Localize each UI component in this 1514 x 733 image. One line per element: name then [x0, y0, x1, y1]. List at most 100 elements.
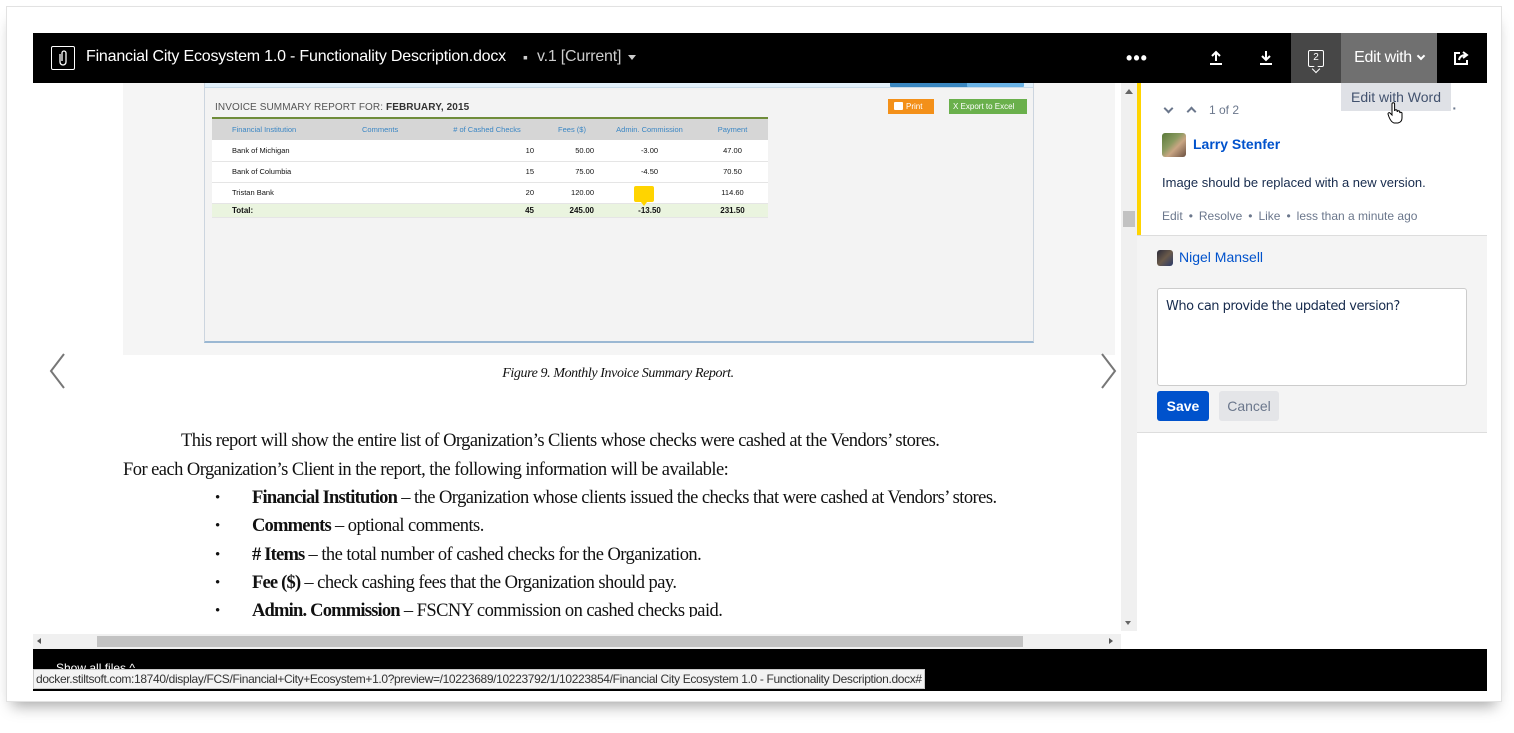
- scroll-down-arrow-icon[interactable]: [1125, 621, 1131, 625]
- comments-toggle-button[interactable]: 2: [1291, 33, 1341, 83]
- invoice-report-panel: INVOICE SUMMARY REPORT FOR: FEBRUARY, 20…: [204, 83, 1034, 343]
- cell-comments: [342, 182, 432, 204]
- column-header: # of Cashed Checks: [453, 125, 521, 134]
- total-fees: 245.00: [542, 203, 602, 218]
- title-separator: ▪: [523, 49, 528, 65]
- separator: •: [1188, 209, 1193, 223]
- cell-commission: -3.00: [602, 140, 697, 162]
- table-row: Tristan Bank 20 120.00 114.60: [212, 182, 768, 204]
- thread-navigation: 1 of 2: [1163, 103, 1240, 117]
- resolve-comment-link[interactable]: Resolve: [1199, 209, 1242, 223]
- table-total-row: Total: 45 245.00 -13.50 231.50: [212, 203, 768, 218]
- more-actions-button[interactable]: •••: [1121, 33, 1153, 83]
- column-header: Admin. Commission: [616, 125, 683, 134]
- list-item: Fee ($) – check cashing fees that the Or…: [123, 569, 1117, 598]
- cell-checks: 15: [432, 161, 542, 183]
- comment-body: Image should be replaced with a new vers…: [1162, 175, 1426, 190]
- share-button[interactable]: [1449, 33, 1475, 83]
- cell-payment: 70.50: [697, 161, 768, 183]
- comment-timestamp: less than a minute ago: [1296, 209, 1418, 223]
- cell-fees: 75.00: [542, 161, 602, 183]
- cell-checks: 20: [432, 182, 542, 204]
- horizontal-scrollbar[interactable]: [33, 634, 1121, 649]
- table-row: Bank of Michigan 10 50.00 -3.00 47.00: [212, 140, 768, 162]
- more-icon: •••: [1126, 47, 1148, 68]
- caret-down-icon[interactable]: [628, 55, 636, 60]
- edit-comment-link[interactable]: Edit: [1162, 209, 1183, 223]
- scroll-right-arrow-icon[interactable]: [1109, 638, 1113, 644]
- column-header: Comments: [362, 125, 399, 134]
- thread-position: 1 of 2: [1209, 103, 1240, 117]
- upload-icon: [1210, 50, 1222, 65]
- print-button: Print: [888, 99, 934, 114]
- report-cancel-button: [967, 83, 1024, 87]
- avatar: [1157, 250, 1173, 266]
- preview-header: Financial City Ecosystem 1.0 - Functiona…: [33, 33, 1487, 83]
- vertical-scrollbar[interactable]: [1121, 83, 1137, 631]
- embedded-figure-image: INVOICE SUMMARY REPORT FOR: FEBRUARY, 20…: [123, 83, 1115, 355]
- cell-commission: -4.50: [602, 161, 697, 183]
- screenshot-frame: Financial City Ecosystem 1.0 - Functiona…: [6, 6, 1502, 702]
- figure-caption: Figure 9. Monthly Invoice Summary Report…: [502, 366, 734, 381]
- reply-textarea[interactable]: Who can provide the updated version?: [1157, 288, 1467, 386]
- cell-institution: Bank of Columbia: [212, 161, 342, 183]
- cell-payment: 47.00: [697, 140, 768, 162]
- cell-comments: [342, 140, 432, 162]
- next-comment-chevron-icon[interactable]: [1163, 103, 1174, 113]
- total-label: Total:: [212, 203, 342, 218]
- hand-cursor-icon: [1387, 102, 1403, 124]
- like-comment-link[interactable]: Like: [1258, 209, 1280, 223]
- chevron-down-icon: [1416, 51, 1426, 61]
- scroll-left-arrow-icon[interactable]: [37, 638, 41, 644]
- export-to-excel-button: X Export to Excel: [949, 99, 1027, 114]
- horizontal-scroll-thumb[interactable]: [97, 636, 1023, 647]
- paragraph-line: This report will show the entire list of…: [181, 431, 940, 451]
- comments-panel: 1 of 2 ··· Larry Stenfer Image should be…: [1137, 83, 1487, 649]
- paragraph-line: For each Organization’s Client in the re…: [123, 459, 729, 480]
- edit-with-label: Edit with: [1354, 49, 1412, 66]
- column-header: Fees ($): [558, 125, 586, 134]
- list-item: Comments – optional comments.: [123, 512, 1117, 541]
- download-icon: [1260, 51, 1272, 65]
- document-title: Financial City Ecosystem 1.0 - Functiona…: [86, 48, 506, 65]
- total-commission: -13.50: [602, 203, 697, 218]
- vertical-scroll-thumb[interactable]: [1123, 211, 1135, 227]
- paperclip-icon: [51, 46, 75, 70]
- save-button[interactable]: Save: [1157, 391, 1209, 421]
- generate-button: [890, 83, 974, 87]
- edit-with-button[interactable]: Edit with: [1341, 33, 1437, 83]
- list-item: Financial Institution – the Organization…: [123, 484, 1117, 513]
- cell-fees: 50.00: [542, 140, 602, 162]
- cell-fees: 120.00: [542, 182, 602, 204]
- reply-form: Nigel Mansell Who can provide the update…: [1137, 235, 1487, 433]
- column-header: Financial Institution: [232, 125, 297, 134]
- document-page: INVOICE SUMMARY REPORT FOR: FEBRUARY, 20…: [33, 83, 1121, 661]
- previous-comment-chevron-icon[interactable]: [1186, 106, 1197, 117]
- table-header-row: Financial Institution Comments # of Cash…: [212, 118, 768, 140]
- invoice-summary-table: Financial Institution Comments # of Cash…: [212, 117, 768, 218]
- avatar: [1162, 133, 1186, 157]
- report-period: FEBRUARY, 2015: [385, 102, 470, 113]
- scroll-up-arrow-icon[interactable]: [1125, 89, 1133, 94]
- cell-comments: [342, 203, 432, 218]
- comment-author[interactable]: Larry Stenfer: [1193, 136, 1280, 152]
- cell-checks: 10: [432, 140, 542, 162]
- list-item: Admin. Commission – FSCNY commission on …: [123, 597, 1117, 617]
- separator: •: [1248, 209, 1253, 223]
- comments-icon: 2: [1308, 49, 1324, 67]
- cell-comments: [342, 161, 432, 183]
- version-selector[interactable]: v.1 [Current]: [537, 48, 621, 66]
- reply-author[interactable]: Nigel Mansell: [1179, 249, 1263, 265]
- report-title: INVOICE SUMMARY REPORT FOR: FEBRUARY, 20…: [215, 102, 470, 113]
- cancel-button[interactable]: Cancel: [1219, 391, 1279, 421]
- upload-button[interactable]: [1203, 33, 1229, 83]
- comment-pin-marker[interactable]: [634, 186, 654, 206]
- body-paragraph: This report will show the entire list of…: [123, 427, 1117, 484]
- browser-status-url: docker.stiltsoft.com:18740/display/FCS/F…: [33, 669, 925, 689]
- share-icon: [1454, 51, 1469, 65]
- comment-actions: Edit • Resolve • Like • less than a minu…: [1162, 209, 1417, 223]
- comment-count: 2: [1313, 51, 1319, 63]
- separator: •: [1286, 209, 1291, 223]
- cell-institution: Bank of Michigan: [212, 140, 342, 162]
- download-button[interactable]: [1253, 33, 1279, 83]
